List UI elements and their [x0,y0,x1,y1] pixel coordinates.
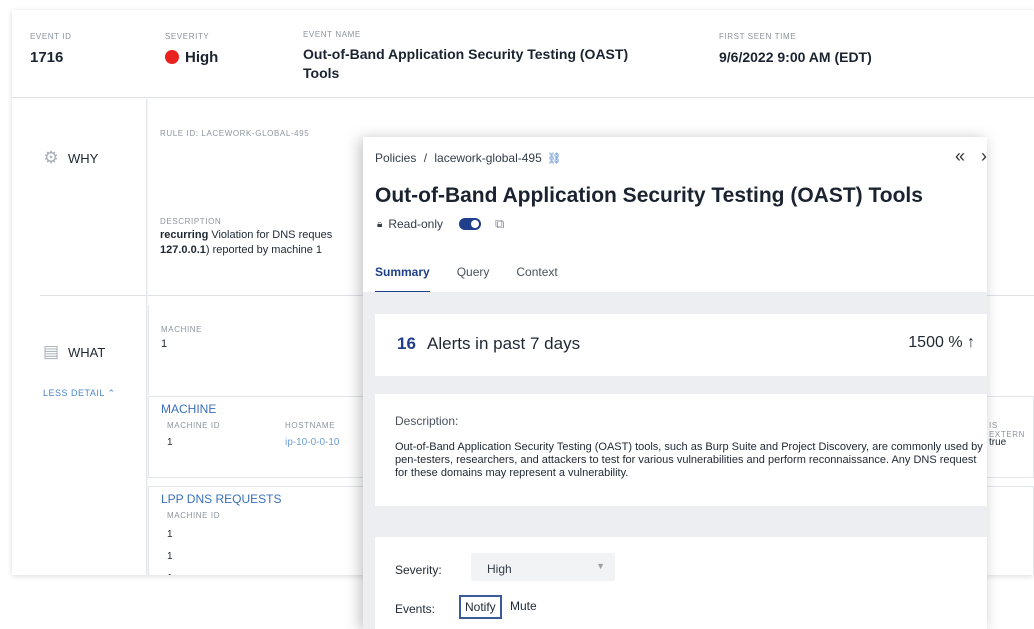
cell-hostname[interactable]: ip-10-0-0-10 [285,437,339,448]
tab-summary[interactable]: Summary [375,265,430,293]
event-name-label: EVENT NAME [303,30,361,39]
policy-drawer: Policies / lacework-global-495 ⛓ « › Out… [363,137,987,629]
description-card: Description: Out-of-Band Application Sec… [375,394,987,506]
event-name-value: Out-of-Band Application Security Testing… [303,45,628,83]
document-icon: ▤ [42,342,60,361]
event-header: EVENT ID 1716 SEVERITY High EVENT NAME O… [12,10,1034,98]
event-name-line1: Out-of-Band Application Security Testing… [303,46,629,62]
nav-what-label: WHAT [68,344,106,360]
col-hostname: HOSTNAME [285,421,336,430]
lpp-col-machine-id: MACHINE ID [167,511,221,520]
machine-table-title[interactable]: MACHINE [161,402,216,416]
policy-title: Out-of-Band Application Security Testing… [375,184,923,207]
lpp-row: 1 [167,551,173,562]
first-seen-block: FIRST SEEN TIME 9/6/2022 9:00 AM (EDT) [719,32,872,67]
chevron-down-icon: ▼ [596,561,605,571]
severity-value: High [165,48,218,67]
tab-query[interactable]: Query [457,265,490,293]
less-detail-label: LESS DETAIL [43,388,105,398]
event-id-label: EVENT ID [30,32,72,41]
first-seen-value: 9/6/2022 9:00 AM (EDT) [719,49,872,65]
gears-icon: ⚙ [43,148,59,167]
description-line2: 127.0.0.1) reported by machine 1 [160,244,380,256]
severity-block: SEVERITY High [165,32,218,67]
alerts-count: 16 [397,334,416,353]
description-line1: recurring Violation for DNS reques [160,229,380,241]
nav-why[interactable]: ⚙ WHY [40,147,98,169]
severity-high-icon [165,50,179,64]
description-heading: Description: [395,414,459,428]
notify-button[interactable]: Notify [459,595,502,619]
link-icon[interactable]: ⛓ [547,153,561,165]
machine-label: MACHINE [161,325,203,334]
desc-bold: recurring [160,229,209,241]
copy-icon[interactable]: ⧉ [495,216,504,232]
lpp-dns-title[interactable]: LPP DNS REQUESTS [161,492,281,506]
alerts-percent-value: 1500 % [908,334,963,351]
description-label: DESCRIPTION [160,217,222,226]
chevron-up-icon: ⌃ [107,388,116,398]
readonly-label: Read-only [388,217,444,231]
severity-text: High [185,49,219,66]
events-label: Events: [395,602,436,616]
mute-button[interactable]: Mute [510,599,537,613]
less-detail-link[interactable]: LESS DETAIL ⌃ [43,388,116,399]
desc-line2-bold: 127.0.0.1 [160,244,206,256]
alerts-card: 16 Alerts in past 7 days 1500 % ↑ [375,314,987,376]
collapse-drawer-icon[interactable]: « [955,146,965,167]
severity-label: SEVERITY [165,32,210,41]
event-name-block: EVENT NAME Out-of-Band Application Secur… [303,30,628,83]
cell-machine-id: 1 [167,437,173,448]
lpp-row: 1 [167,529,173,540]
readonly-row: 🔒︎ Read-only ⧉ [377,216,504,232]
desc-line2-rest: ) reported by machine 1 [205,244,323,256]
crumb-separator: / [423,151,428,165]
cell-is-external: true [989,437,1007,448]
description-text: Out-of-Band Application Security Testing… [395,441,983,479]
lock-icon: 🔒︎ [377,218,383,230]
arrow-up-icon: ↑ [967,334,975,351]
rule-id: RULE ID: LACEWORK-GLOBAL-495 [160,129,310,138]
crumb-policies[interactable]: Policies [375,151,416,165]
nav-why-label: WHY [68,150,99,166]
section-nav: ⚙ WHY ▤ WHAT LESS DETAIL ⌃ [12,99,147,575]
settings-card: Severity: High ▼ Events: Notify Mute [375,537,987,629]
alerts-percent: 1500 % ↑ [908,334,975,352]
desc-rest: Violation for DNS reques [208,229,333,241]
drawer-tabs: Summary Query Context [375,265,585,293]
alerts-text: Alerts in past 7 days [427,334,581,353]
severity-setting-label: Severity: [395,563,442,577]
first-seen-label: FIRST SEEN TIME [719,32,797,41]
event-id-block: EVENT ID 1716 [30,32,72,67]
col-machine-id: MACHINE ID [167,421,221,430]
summary-body: 16 Alerts in past 7 days 1500 % ↑ Descri… [363,292,987,629]
breadcrumb: Policies / lacework-global-495 ⛓ [375,151,561,165]
event-id-value: 1716 [30,49,64,66]
chevron-right-icon[interactable]: › [981,146,987,167]
severity-select-value: High [487,562,512,576]
event-name-line2: Tools [303,65,340,81]
tab-context[interactable]: Context [516,265,557,293]
lpp-row: 1 [167,573,173,575]
machine-value: 1 [161,338,168,350]
severity-select[interactable]: High ▼ [471,553,615,581]
crumb-policy-id[interactable]: lacework-global-495 [434,151,541,165]
enable-toggle[interactable] [459,218,482,230]
nav-what[interactable]: ▤ WHAT [40,341,105,363]
